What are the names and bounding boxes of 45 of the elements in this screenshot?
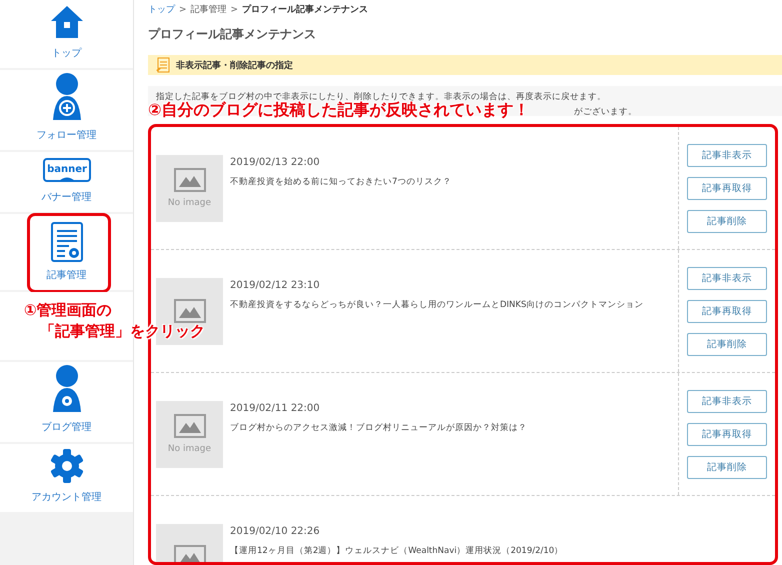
article-action-button[interactable]: 記事非表示 xyxy=(687,144,767,166)
breadcrumb-link[interactable]: トップ xyxy=(148,3,175,16)
article-action-button[interactable]: 記事削除 xyxy=(687,332,767,356)
image-icon xyxy=(174,414,206,438)
breadcrumb-item: プロフィール記事メンテナンス xyxy=(242,3,368,16)
sidebar-item[interactable]: 記事管理 xyxy=(0,214,133,290)
article-date: 2019/02/11 22:00 xyxy=(230,403,321,414)
sidebar-item[interactable]: トップ xyxy=(0,0,133,68)
settings-icon xyxy=(48,448,84,484)
sidebar-item[interactable]: フォロー管理 xyxy=(0,70,133,150)
image-icon xyxy=(174,168,206,192)
breadcrumb-item: 記事管理 xyxy=(190,4,227,16)
banner-icon: banner xyxy=(42,158,90,184)
article-title: ブログ村からのアクセス激減！ブログ村リニューアルが原因か？対策は？ xyxy=(230,422,528,434)
article-title: 【運用12ヶ月目（第2週）】ウェルスナビ（WealthNavi）運用状況（2019/2/10） xyxy=(230,545,564,557)
info-text: がございます。 xyxy=(574,106,637,118)
sidebar-item[interactable]: アカウント管理 xyxy=(0,444,133,512)
sidebar-item[interactable]: banner バナー管理 xyxy=(0,152,133,212)
article-action-button[interactable]: 記事削除 xyxy=(687,456,767,478)
article-action-button[interactable]: 記事再取得 xyxy=(687,300,767,322)
article-action-button[interactable]: 記事非表示 xyxy=(687,390,767,412)
sidebar-item[interactable] xyxy=(0,292,133,360)
article-action-button[interactable]: 記事削除 xyxy=(687,210,767,232)
image-icon xyxy=(174,545,206,562)
info-text: 指定した記事をブログ村の中で非表示にしたり、削除したりできます。非表示の場合は、再度表示に戻せます。 xyxy=(156,91,607,102)
image-icon xyxy=(174,299,206,323)
breadcrumb-separator: > xyxy=(179,4,187,14)
annotation-text: ②自分のブログに投稿した記事が反映されています！ xyxy=(148,100,530,119)
article-action-button[interactable]: 記事再取得 xyxy=(687,176,767,200)
article-date: 2019/02/12 23:10 xyxy=(230,280,321,291)
article-title: 不動産投資をするならどっちが良い？一人暮らし用のワンルームとDINKS向けのコンパクトマンション xyxy=(230,299,644,311)
page-title: プロフィール記事メンテナンス xyxy=(148,26,317,43)
breadcrumb-separator: > xyxy=(230,4,238,14)
no-image-label: No image xyxy=(168,444,212,454)
article-date: 2019/02/13 22:00 xyxy=(230,157,321,168)
article-action-button[interactable]: 記事非表示 xyxy=(687,266,767,290)
annotation-text: ①管理画面の xyxy=(24,301,112,319)
sidebar-item[interactable]: ブログ管理 xyxy=(0,362,133,442)
section-heading: 非表示記事・削除記事の指定 xyxy=(176,59,293,72)
article-title: 不動産投資を始める前に知っておきたい7つのリスク？ xyxy=(230,176,452,188)
no-image-label: No image xyxy=(168,198,212,208)
house-icon xyxy=(48,4,84,40)
document-gear-icon xyxy=(50,222,82,262)
article-action-button[interactable]: 記事再取得 xyxy=(687,422,767,446)
article-date: 2019/02/10 22:26 xyxy=(230,526,321,537)
